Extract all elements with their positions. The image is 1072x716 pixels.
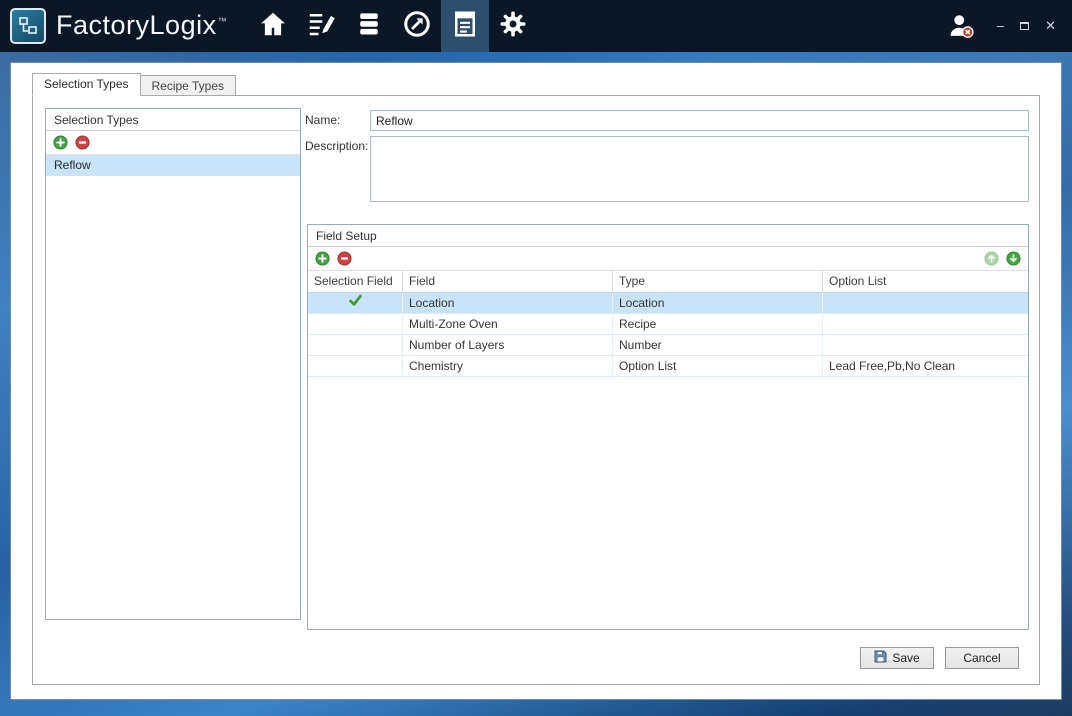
selection-types-tabpage: Selection Types Reflow Name: Description… bbox=[32, 95, 1040, 685]
cancel-button-label: Cancel bbox=[963, 651, 1000, 665]
col-selection-field: Selection Field bbox=[308, 271, 403, 292]
col-option-list: Option List bbox=[823, 271, 1028, 292]
tab-selection-types[interactable]: Selection Types bbox=[32, 73, 141, 96]
minimize-button[interactable]: – bbox=[997, 19, 1004, 32]
save-icon bbox=[874, 650, 887, 666]
nav-stack-button[interactable] bbox=[345, 0, 393, 52]
nav-home-button[interactable] bbox=[249, 0, 297, 52]
field-setup-title: Field Setup bbox=[308, 225, 1028, 247]
field-setup-toolbar bbox=[308, 247, 1028, 271]
description-input[interactable] bbox=[370, 136, 1029, 202]
name-label: Name: bbox=[305, 113, 340, 127]
user-logout-button[interactable] bbox=[947, 12, 975, 40]
app-title: FactoryLogix™ bbox=[56, 10, 227, 41]
factorylogix-logo-icon bbox=[10, 8, 46, 44]
type-cell: Option List bbox=[613, 356, 823, 376]
tab-recipe-types[interactable]: Recipe Types bbox=[141, 75, 237, 96]
name-input[interactable] bbox=[370, 110, 1029, 131]
remove-icon bbox=[75, 135, 90, 150]
move-down-button[interactable] bbox=[1006, 251, 1021, 266]
main-panel: Selection Types Recipe Types Selection T… bbox=[10, 62, 1062, 700]
add-icon bbox=[315, 251, 330, 266]
type-cell: Number bbox=[613, 335, 823, 355]
description-label: Description: bbox=[305, 139, 368, 153]
add-selection-type-button[interactable] bbox=[53, 135, 68, 150]
type-cell: Recipe bbox=[613, 314, 823, 334]
selection-types-list-panel: Selection Types Reflow bbox=[45, 108, 301, 620]
field-cell: Location bbox=[403, 293, 613, 313]
field-row[interactable]: Number of Layers Number bbox=[308, 335, 1028, 356]
list-item-reflow[interactable]: Reflow bbox=[46, 155, 300, 176]
option-list-cell bbox=[823, 335, 1028, 355]
selection-field-cell bbox=[308, 293, 403, 313]
gear-icon bbox=[498, 9, 528, 42]
selection-field-cell bbox=[308, 335, 403, 355]
nav-dispatch-button[interactable] bbox=[393, 0, 441, 52]
move-up-icon bbox=[984, 251, 999, 266]
option-list-cell bbox=[823, 314, 1028, 334]
dispatch-icon bbox=[402, 9, 432, 42]
option-list-cell: Lead Free,Pb,No Clean bbox=[823, 356, 1028, 376]
maximize-icon[interactable] bbox=[1020, 22, 1029, 30]
selection-types-list-title: Selection Types bbox=[46, 109, 300, 131]
option-list-cell bbox=[823, 293, 1028, 313]
col-type: Type bbox=[613, 271, 823, 292]
field-row[interactable]: Location Location bbox=[308, 293, 1028, 314]
reports-icon bbox=[450, 9, 480, 42]
cancel-button[interactable]: Cancel bbox=[945, 647, 1019, 669]
tab-strip: Selection Types Recipe Types bbox=[32, 73, 236, 96]
selection-field-cell bbox=[308, 356, 403, 376]
field-cell: Multi-Zone Oven bbox=[403, 314, 613, 334]
save-button[interactable]: Save bbox=[860, 647, 934, 669]
field-table-header: Selection Field Field Type Option List bbox=[308, 271, 1028, 293]
field-row[interactable]: Chemistry Option List Lead Free,Pb,No Cl… bbox=[308, 356, 1028, 377]
remove-field-button[interactable] bbox=[337, 251, 352, 266]
user-logout-icon bbox=[947, 12, 975, 40]
add-field-button[interactable] bbox=[315, 251, 330, 266]
remove-selection-type-button[interactable] bbox=[75, 135, 90, 150]
field-row[interactable]: Multi-Zone Oven Recipe bbox=[308, 314, 1028, 335]
field-cell: Number of Layers bbox=[403, 335, 613, 355]
nav-edit-list-button[interactable] bbox=[297, 0, 345, 52]
nav-settings-button[interactable] bbox=[489, 0, 537, 52]
field-cell: Chemistry bbox=[403, 356, 613, 376]
move-up-button[interactable] bbox=[984, 251, 999, 266]
remove-icon bbox=[337, 251, 352, 266]
add-icon bbox=[53, 135, 68, 150]
move-down-icon bbox=[1006, 251, 1021, 266]
title-bar: FactoryLogix™ bbox=[0, 0, 1072, 52]
main-nav bbox=[249, 0, 537, 52]
edit-list-icon bbox=[306, 9, 336, 42]
nav-reports-button[interactable] bbox=[441, 0, 489, 52]
field-setup-panel: Field Setup bbox=[307, 224, 1029, 630]
selection-types-toolbar bbox=[46, 131, 300, 155]
save-button-label: Save bbox=[892, 651, 919, 665]
close-button[interactable]: ✕ bbox=[1045, 19, 1056, 32]
type-cell: Location bbox=[613, 293, 823, 313]
window-controls: – ✕ bbox=[997, 19, 1056, 32]
stack-icon bbox=[354, 9, 384, 42]
home-icon bbox=[258, 9, 288, 42]
checkmark-icon bbox=[348, 293, 363, 313]
selection-field-cell bbox=[308, 314, 403, 334]
col-field: Field bbox=[403, 271, 613, 292]
